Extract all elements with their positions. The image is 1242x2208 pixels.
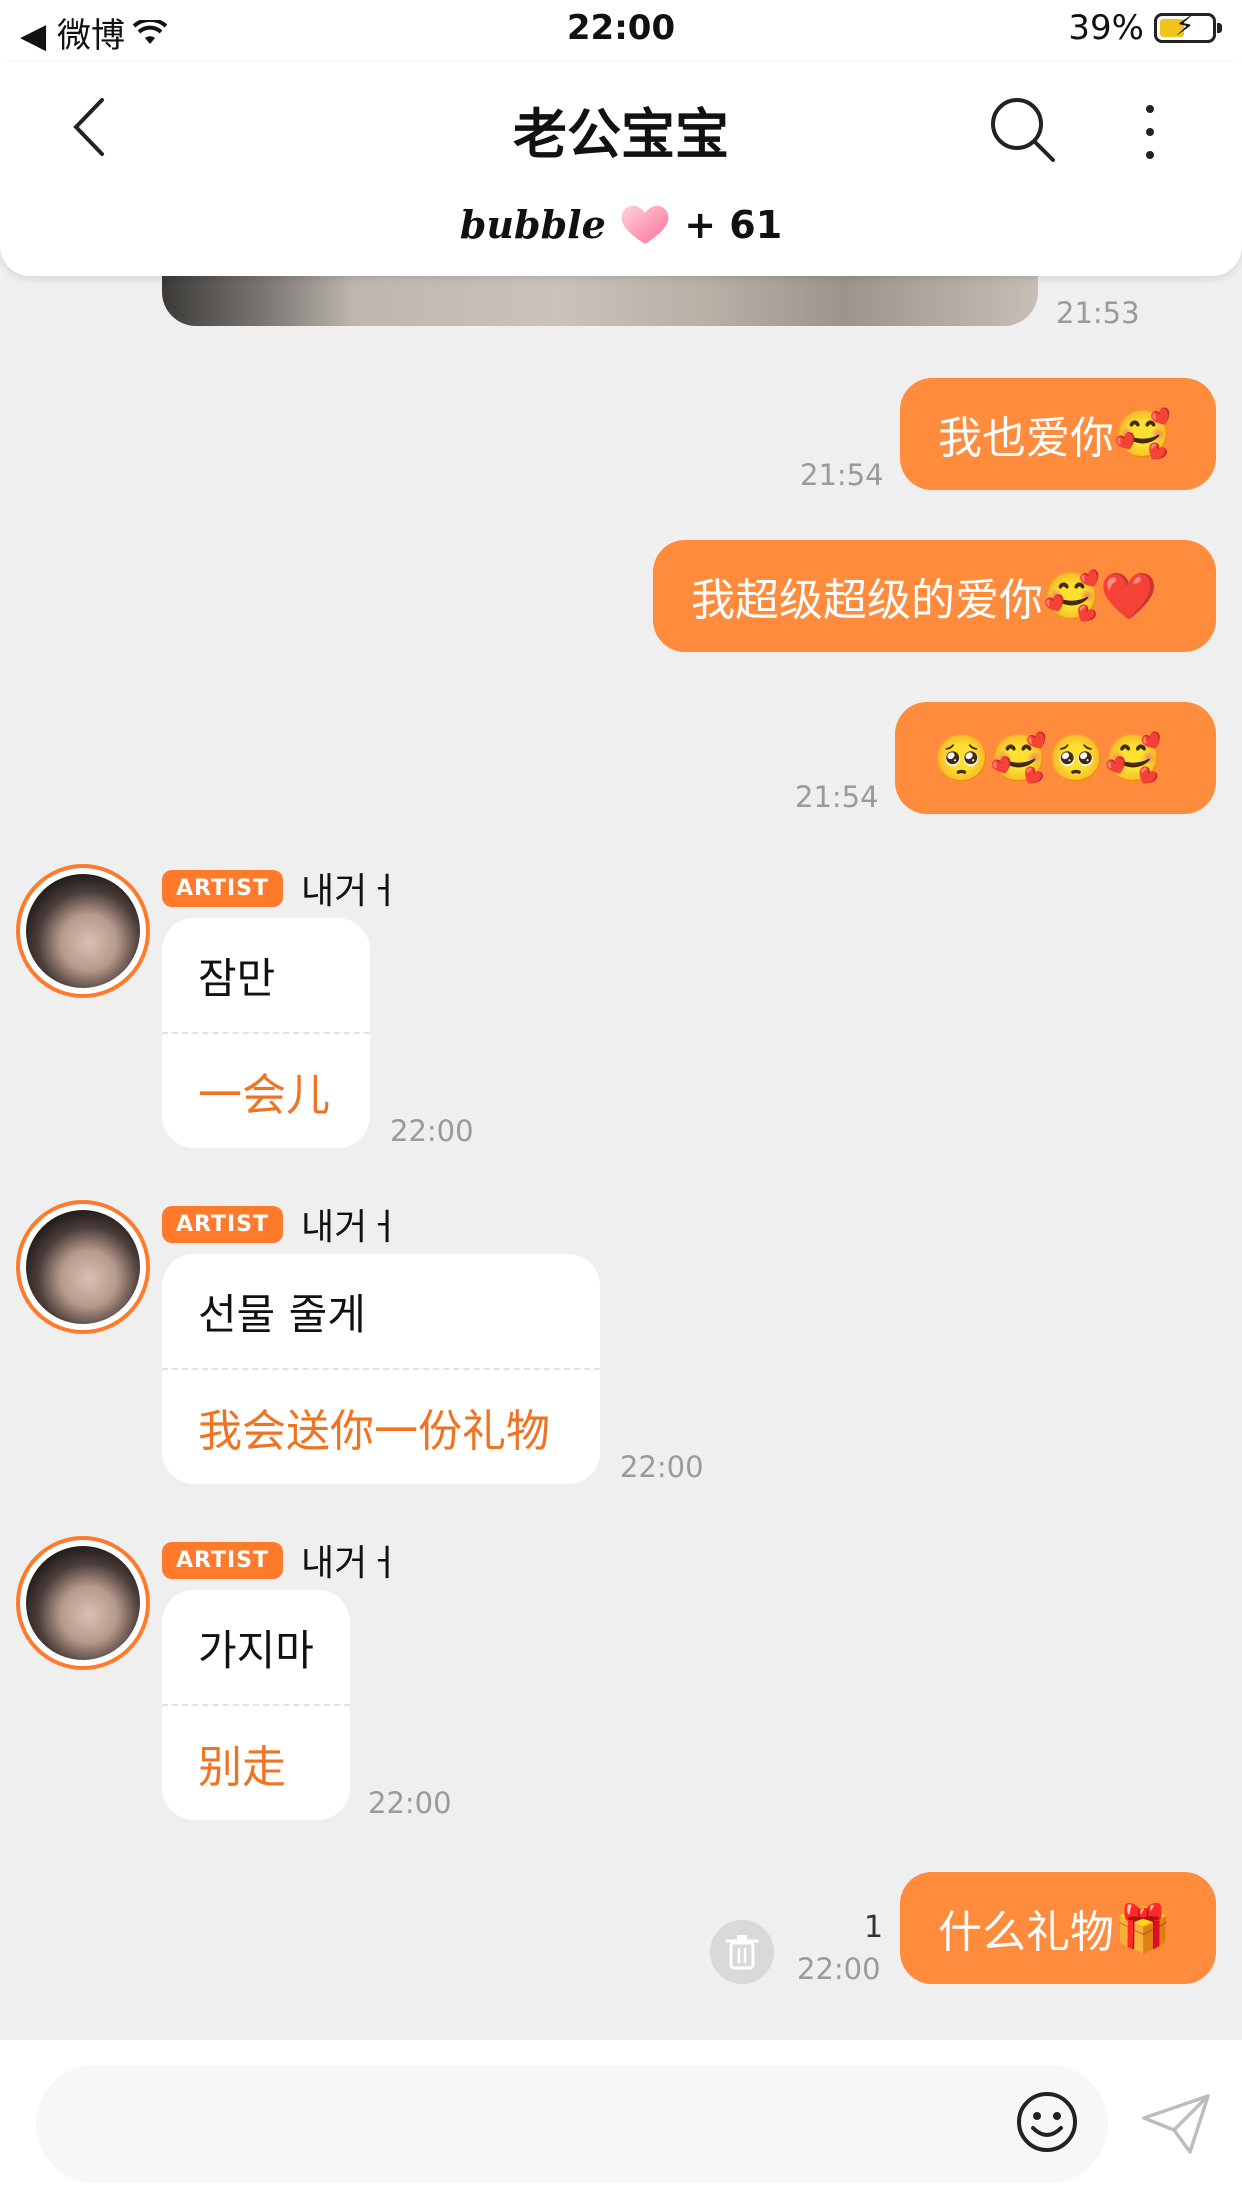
message-emoji: 🥰 [1114,406,1172,461]
message-text: 我也爱你 [938,413,1114,464]
message-time: 22:00 [390,1114,474,1148]
original-text: 잠만 [198,953,276,1003]
outgoing-message[interactable]: 我也爱你 🥰 [900,378,1216,490]
status-time: 22:00 [566,8,676,48]
message-time: 21:53 [1056,296,1140,330]
input-bar [0,2040,1242,2208]
translated-text: 我会送你一份礼物 [198,1406,550,1457]
message-time: 22:00 [368,1786,452,1820]
message-time: 22:00 [797,1952,881,1986]
bubble-subscription[interactable]: bubble + 61 [0,202,1242,247]
message-emoji: 🎁 [1114,1900,1172,1955]
outgoing-message[interactable]: 🥺🥰🥺🥰 [895,702,1216,814]
message-emoji: 🥺🥰🥺🥰 [933,730,1163,785]
incoming-message[interactable]: 선물 줄게 我会送你一份礼物 [162,1254,600,1484]
artist-header: ARTIST 내거ㅓ [162,862,400,914]
trash-icon [725,1935,759,1970]
bubble-brand: bubble [459,202,606,247]
photo-message[interactable] [162,276,1038,326]
original-text: 선물 줄게 [198,1289,366,1339]
avatar[interactable] [16,864,150,998]
chat-area[interactable]: 21:53 21:54 我也爱你 🥰 我超级超级的爱你 🥰❤️ 21:54 🥺🥰… [0,276,1242,2040]
message-time: 21:54 [800,458,884,492]
incoming-message[interactable]: 잠만 一会儿 [162,918,370,1148]
original-text: 가지마 [198,1625,314,1675]
message-emoji: 🥰❤️ [1043,568,1158,623]
artist-name: 내거ㅓ [301,1543,401,1584]
message-input[interactable] [36,2065,1108,2183]
translated-text: 别走 [198,1742,286,1793]
more-vertical-icon[interactable] [1130,97,1170,167]
chat-header: 老公宝宝 bubble + 61 [0,62,1242,276]
avatar[interactable] [16,1536,150,1670]
translated-text: 一会儿 [198,1070,330,1121]
artist-name: 내거ㅓ [301,871,401,912]
artist-header: ARTIST 내거ㅓ [162,1198,400,1250]
message-time: 21:54 [795,780,879,814]
incoming-message[interactable]: 가지마 别走 [162,1590,350,1820]
delete-button[interactable] [710,1920,774,1984]
unread-count: 1 [864,1910,884,1945]
artist-header: ARTIST 내거ㅓ [162,1534,400,1586]
outgoing-message[interactable]: 我超级超级的爱你 🥰❤️ [653,540,1216,652]
battery-icon: ⚡ [1154,9,1222,43]
search-icon[interactable] [985,92,1060,167]
status-bar: ◀ 微博 22:00 39% ⚡ [0,0,1242,62]
emoji-icon[interactable] [1015,2090,1079,2154]
bubble-count: + 61 [684,203,783,247]
send-icon[interactable] [1140,2092,1212,2156]
heart-icon [621,205,669,244]
artist-badge: ARTIST [162,1541,284,1579]
battery-percent: 39% [1068,8,1144,48]
avatar[interactable] [16,1200,150,1334]
message-text: 我超级超级的爱你 [691,575,1043,626]
message-text: 什么礼物 [938,1907,1114,1958]
message-time: 22:00 [620,1450,704,1484]
artist-badge: ARTIST [162,869,284,907]
outgoing-message[interactable]: 什么礼物 🎁 [900,1872,1216,1984]
artist-badge: ARTIST [162,1205,284,1243]
artist-name: 내거ㅓ [301,1207,401,1248]
